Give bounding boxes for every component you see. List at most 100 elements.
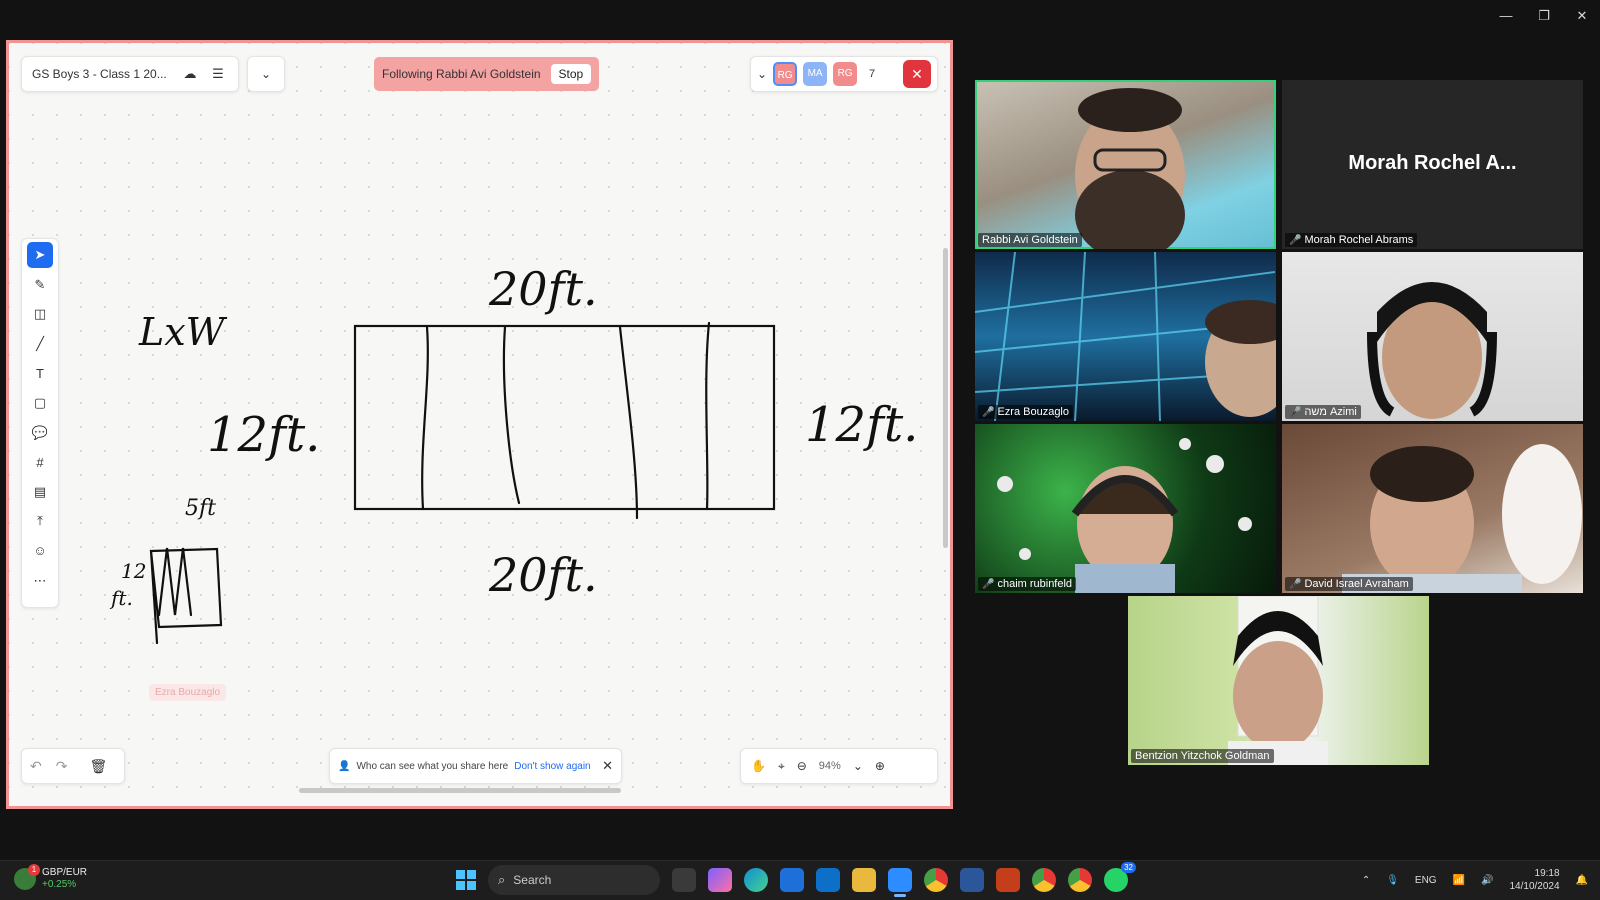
participant-name-label: 🎤 Morah Rochel Abrams xyxy=(1285,233,1418,247)
formula-label: LxW xyxy=(138,310,228,354)
participant-name: chaim rubinfeld xyxy=(997,578,1073,590)
clock[interactable]: 19:18 14/10/2024 xyxy=(1509,867,1559,893)
zoom-in-icon[interactable]: ⊕ xyxy=(875,759,885,773)
word-icon[interactable] xyxy=(960,868,984,892)
restore-button[interactable]: ❐ xyxy=(1536,6,1552,26)
taskbar-search[interactable]: ⌕ Search xyxy=(488,865,660,895)
notification-bell-icon[interactable]: 🔔 xyxy=(1576,875,1588,886)
small-left-label-2: ft. xyxy=(109,586,133,610)
participant-name: משה Azimi xyxy=(1304,406,1357,418)
participant-name: Rabbi Avi Goldstein xyxy=(982,234,1078,246)
zoom-controls: ✋ ⌖ ⊖ 94% ⌄ ⊕ xyxy=(740,748,938,784)
windows-start-icon[interactable] xyxy=(456,870,476,890)
desktop: — ❐ ✕ GS Boys 3 - Class 1 20... ☁ ☰ ⌄ Fo… xyxy=(0,0,1600,900)
rectangle-drawing xyxy=(353,324,776,511)
divider-line xyxy=(618,325,639,520)
stock-widget[interactable]: GBP/EUR +0.25% xyxy=(14,864,88,891)
small-top-label: 5ft xyxy=(185,496,216,521)
participant-name-label: Bentzion Yitzchok Goldman xyxy=(1131,749,1274,763)
store-icon[interactable] xyxy=(780,868,804,892)
window-controls: — ❐ ✕ xyxy=(1498,6,1590,26)
muted-mic-icon: 🎤 xyxy=(1289,234,1302,246)
right-dimension-label: 12ft. xyxy=(805,397,918,453)
search-icon: ⌕ xyxy=(498,872,506,887)
chevron-down-icon[interactable]: ⌄ xyxy=(853,759,863,773)
edge-icon[interactable] xyxy=(744,868,768,892)
dont-show-again-link[interactable]: Don't show again xyxy=(514,761,590,772)
notification-badge: 32 xyxy=(1121,862,1136,873)
close-window-button[interactable]: ✕ xyxy=(1574,6,1590,26)
divider-line xyxy=(421,325,429,511)
copilot-icon[interactable] xyxy=(708,868,732,892)
participant-name-label: 🎤 משה Azimi xyxy=(1285,405,1361,419)
outlook-icon[interactable] xyxy=(816,868,840,892)
participant-video xyxy=(997,438,1252,593)
divider-line xyxy=(705,321,711,511)
participant-video xyxy=(1228,596,1328,765)
search-placeholder: Search xyxy=(513,873,552,887)
participant-name: David Israel Avraham xyxy=(1304,578,1409,590)
chevron-up-icon[interactable]: ⌃ xyxy=(1362,875,1370,886)
chrome-icon[interactable] xyxy=(924,868,948,892)
participant-video xyxy=(1367,282,1497,419)
video-tile[interactable]: 🎤 chaim rubinfeld xyxy=(975,424,1276,593)
vertical-scrollbar[interactable] xyxy=(943,248,948,548)
video-tile[interactable]: 🎤 Ezra Bouzaglo xyxy=(975,252,1276,421)
taskbar-apps: ⌕ Search 32 xyxy=(456,862,1136,897)
whatsapp-icon[interactable]: 32 xyxy=(1104,862,1136,892)
stock-icon xyxy=(14,864,40,890)
participant-video xyxy=(1075,88,1185,249)
ticker-change: +0.25% xyxy=(42,879,77,890)
small-left-label-1: 12 xyxy=(121,559,146,583)
trash-icon[interactable]: 🗑 xyxy=(89,758,107,775)
file-explorer-icon[interactable] xyxy=(852,868,876,892)
ticker-name: GBP/EUR xyxy=(42,867,88,878)
video-tile[interactable]: Morah Rochel A... 🎤 Morah Rochel Abrams xyxy=(1282,80,1583,249)
video-tile[interactable]: Rabbi Avi Goldstein xyxy=(975,80,1276,249)
powerpoint-icon[interactable] xyxy=(996,868,1020,892)
task-view-icon[interactable] xyxy=(672,868,696,892)
scribble-drawing xyxy=(157,547,193,617)
bottom-dimension-label: 20ft. xyxy=(488,548,598,602)
volume-icon[interactable]: 🔊 xyxy=(1481,875,1493,886)
participant-name-label: Rabbi Avi Goldstein xyxy=(978,233,1082,247)
top-dimension-label: 20ft. xyxy=(488,262,598,316)
microphone-icon[interactable]: 🎙 xyxy=(1386,875,1399,886)
taskbar: GBP/EUR +0.25% ⌕ Search 32 xyxy=(0,860,1600,900)
time: 19:18 xyxy=(1534,868,1560,879)
share-notice-text: Who can see what you share here xyxy=(356,760,509,772)
divider-line xyxy=(502,325,521,505)
horizontal-scrollbar[interactable] xyxy=(299,788,621,793)
chrome-profile-icon[interactable] xyxy=(1068,868,1092,892)
system-tray: ⌃ 🎙 ENG 📶 🔊 19:18 14/10/2024 🔔 xyxy=(1362,867,1588,893)
redo-icon[interactable]: ↷ xyxy=(56,758,68,775)
people-icon: 👤 xyxy=(338,760,351,772)
share-notice-bar: 👤 Who can see what you share here Don't … xyxy=(329,748,622,784)
hand-icon[interactable]: ✋ xyxy=(751,759,766,773)
left-dimension-label: 12ft. xyxy=(207,407,320,463)
muted-mic-icon: 🎤 xyxy=(1289,406,1302,418)
close-icon[interactable]: ✕ xyxy=(602,758,613,774)
video-tile[interactable]: 🎤 David Israel Avraham xyxy=(1282,424,1583,593)
chrome-profile-icon[interactable] xyxy=(1032,868,1056,892)
muted-mic-icon: 🎤 xyxy=(982,578,995,590)
muted-mic-icon: 🎤 xyxy=(1289,578,1302,590)
zoom-icon[interactable] xyxy=(888,868,912,897)
participant-name: Bentzion Yitzchok Goldman xyxy=(1135,750,1270,762)
whiteboard-canvas[interactable]: GS Boys 3 - Class 1 20... ☁ ☰ ⌄ Followin… xyxy=(6,40,953,809)
wifi-icon[interactable]: 📶 xyxy=(1453,875,1465,886)
history-controls: ↶ ↷ 🗑 xyxy=(21,748,125,784)
locate-icon[interactable]: ⌖ xyxy=(778,759,785,774)
minimize-button[interactable]: — xyxy=(1498,6,1514,26)
video-tile[interactable]: 🎤 משה Azimi xyxy=(1282,252,1583,421)
participant-name: Ezra Bouzaglo xyxy=(997,406,1069,418)
participant-video xyxy=(1342,444,1582,593)
remote-cursor-label: Ezra Bouzaglo xyxy=(149,684,227,701)
undo-icon[interactable]: ↶ xyxy=(30,758,42,775)
zoom-level[interactable]: 94% xyxy=(819,760,841,772)
video-tile[interactable]: Bentzion Yitzchok Goldman xyxy=(1128,596,1429,765)
language-indicator[interactable]: ENG xyxy=(1415,875,1437,886)
zoom-out-icon[interactable]: ⊖ xyxy=(797,759,807,773)
participant-name-label: 🎤 Ezra Bouzaglo xyxy=(978,405,1073,419)
date: 14/10/2024 xyxy=(1509,881,1560,892)
